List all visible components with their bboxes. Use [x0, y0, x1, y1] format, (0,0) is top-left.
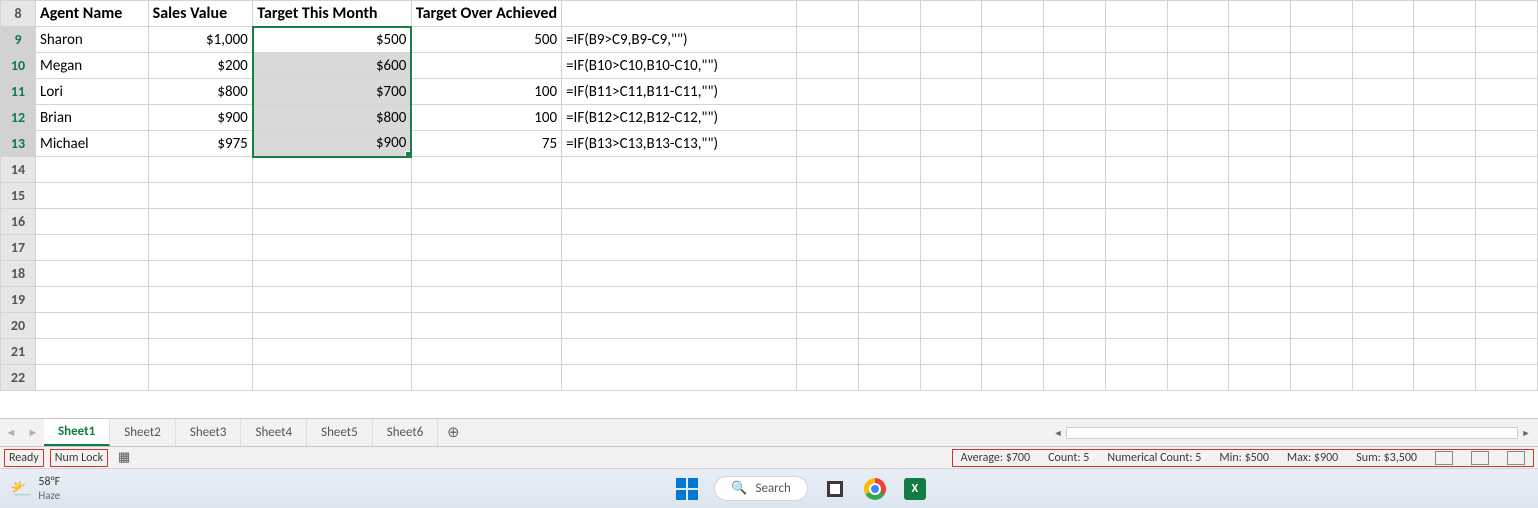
row-number[interactable]: 9: [1, 27, 36, 53]
status-min: Min: $500: [1219, 451, 1269, 465]
table-row[interactable]: 18: [1, 261, 1538, 287]
table-row[interactable]: 15: [1, 183, 1538, 209]
cell-target-active[interactable]: $500: [253, 27, 412, 53]
cell-formula[interactable]: =IF(B9>C9,B9-C9,""): [562, 27, 797, 53]
cell-sales[interactable]: $975: [148, 131, 253, 157]
cell-sales[interactable]: $200: [148, 53, 253, 79]
excel-app-icon[interactable]: X: [902, 476, 928, 502]
sheet-tab-4[interactable]: Sheet4: [241, 419, 307, 446]
cell-formula[interactable]: =IF(B13>C13,B13-C13,""): [562, 131, 797, 157]
table-row[interactable]: 10 Megan $200 $600 =IF(B10>C10,B10-C10,"…: [1, 53, 1538, 79]
view-layout-icon[interactable]: [1471, 451, 1489, 465]
search-icon: 🔍: [731, 481, 747, 496]
view-normal-icon[interactable]: [1435, 451, 1453, 465]
row-number[interactable]: 13: [1, 131, 36, 157]
table-row[interactable]: 16: [1, 209, 1538, 235]
sheet-tab-5[interactable]: Sheet5: [307, 419, 373, 446]
row-number[interactable]: 12: [1, 105, 36, 131]
col-header-target-over[interactable]: Target Over Achieved: [411, 1, 561, 27]
cell-sales[interactable]: $800: [148, 79, 253, 105]
cell-agent[interactable]: Brian: [36, 105, 149, 131]
weather-temp: 58°F: [38, 475, 60, 489]
row-number[interactable]: 8: [1, 1, 36, 27]
cell-agent[interactable]: Megan: [36, 53, 149, 79]
col-header-agent-name[interactable]: Agent Name: [36, 1, 149, 27]
table-row[interactable]: 21: [1, 339, 1538, 365]
row-number[interactable]: 11: [1, 79, 36, 105]
sheet-tab-2[interactable]: Sheet2: [110, 419, 176, 446]
cell-agent[interactable]: Lori: [36, 79, 149, 105]
cell-target[interactable]: $800: [253, 105, 412, 131]
table-row[interactable]: 17: [1, 235, 1538, 261]
sheet-tab-6[interactable]: Sheet6: [373, 419, 439, 446]
status-sum: Sum: $3,500: [1356, 451, 1417, 465]
cell-sales[interactable]: $900: [148, 105, 253, 131]
scroll-left-icon[interactable]: ◄: [1052, 427, 1064, 439]
table-row[interactable]: 14: [1, 157, 1538, 183]
spreadsheet-grid[interactable]: 8 Agent Name Sales Value Target This Mon…: [0, 0, 1538, 418]
view-pagebreak-icon[interactable]: [1507, 451, 1525, 465]
horizontal-scrollbar[interactable]: ◄ ►: [1052, 427, 1532, 439]
cell-agent[interactable]: Sharon: [36, 27, 149, 53]
weather-cond: Haze: [38, 489, 60, 502]
tab-prev-icon[interactable]: ◄: [0, 419, 22, 446]
cell-formula[interactable]: =IF(B10>C10,B10-C10,""): [562, 53, 797, 79]
task-view-button[interactable]: [822, 476, 848, 502]
table-row[interactable]: 13 Michael $975 $900 75 =IF(B13>C13,B13-…: [1, 131, 1538, 157]
status-max: Max: $900: [1287, 451, 1338, 465]
scrollbar-track[interactable]: [1066, 427, 1518, 439]
table-row[interactable]: 22: [1, 365, 1538, 391]
row-header[interactable]: 8 Agent Name Sales Value Target This Mon…: [1, 1, 1538, 27]
row-number[interactable]: 10: [1, 53, 36, 79]
macro-record-icon[interactable]: ▦: [118, 450, 130, 465]
status-bar: Ready Num Lock ▦ Average: $700 Count: 5 …: [0, 446, 1538, 468]
col-header-target-month[interactable]: Target This Month: [253, 1, 412, 27]
taskbar-search[interactable]: 🔍 Search: [714, 476, 808, 501]
cell-over[interactable]: 100: [411, 79, 561, 105]
tab-next-icon[interactable]: ►: [22, 419, 44, 446]
table-row[interactable]: 12 Brian $900 $800 100 =IF(B12>C12,B12-C…: [1, 105, 1538, 131]
chrome-app-icon[interactable]: [862, 476, 888, 502]
new-sheet-button[interactable]: ⊕: [438, 419, 468, 446]
sheet-tab-3[interactable]: Sheet3: [176, 419, 242, 446]
status-count: Count: 5: [1048, 451, 1089, 465]
cell-formula[interactable]: =IF(B12>C12,B12-C12,""): [562, 105, 797, 131]
start-button[interactable]: [674, 476, 700, 502]
table-row[interactable]: 19: [1, 287, 1538, 313]
windows-taskbar: ⛅ 58°F Haze 🔍 Search X: [0, 468, 1538, 508]
col-header-sales-value[interactable]: Sales Value: [148, 1, 253, 27]
cell-target[interactable]: $900: [253, 131, 412, 157]
table-row[interactable]: 20: [1, 313, 1538, 339]
cell-over[interactable]: [411, 53, 561, 79]
cell-sales[interactable]: $1,000: [148, 27, 253, 53]
scroll-right-icon[interactable]: ►: [1520, 427, 1532, 439]
sheet-tab-1[interactable]: Sheet1: [44, 419, 110, 446]
status-average: Average: $700: [961, 451, 1030, 465]
status-ready: Ready: [4, 449, 44, 467]
cell[interactable]: [562, 1, 797, 27]
status-numlock: Num Lock: [50, 449, 108, 467]
weather-icon: ⛅: [10, 478, 32, 500]
status-aggregates: Average: $700 Count: 5 Numerical Count: …: [952, 449, 1534, 467]
weather-widget[interactable]: ⛅ 58°F Haze: [10, 475, 60, 502]
cell-over[interactable]: 500: [411, 27, 561, 53]
cell-target[interactable]: $700: [253, 79, 412, 105]
cell-over[interactable]: 100: [411, 105, 561, 131]
sheet-tab-strip: ◄ ► Sheet1 Sheet2 Sheet3 Sheet4 Sheet5 S…: [0, 418, 1538, 446]
search-placeholder: Search: [756, 481, 791, 496]
table-row[interactable]: 9 Sharon $1,000 $500 500 =IF(B9>C9,B9-C9…: [1, 27, 1538, 53]
cell-target[interactable]: $600: [253, 53, 412, 79]
table-row[interactable]: 11 Lori $800 $700 100 =IF(B11>C11,B11-C1…: [1, 79, 1538, 105]
status-numerical-count: Numerical Count: 5: [1107, 451, 1201, 465]
cell-formula[interactable]: =IF(B11>C11,B11-C11,""): [562, 79, 797, 105]
cell-over[interactable]: 75: [411, 131, 561, 157]
cell-agent[interactable]: Michael: [36, 131, 149, 157]
